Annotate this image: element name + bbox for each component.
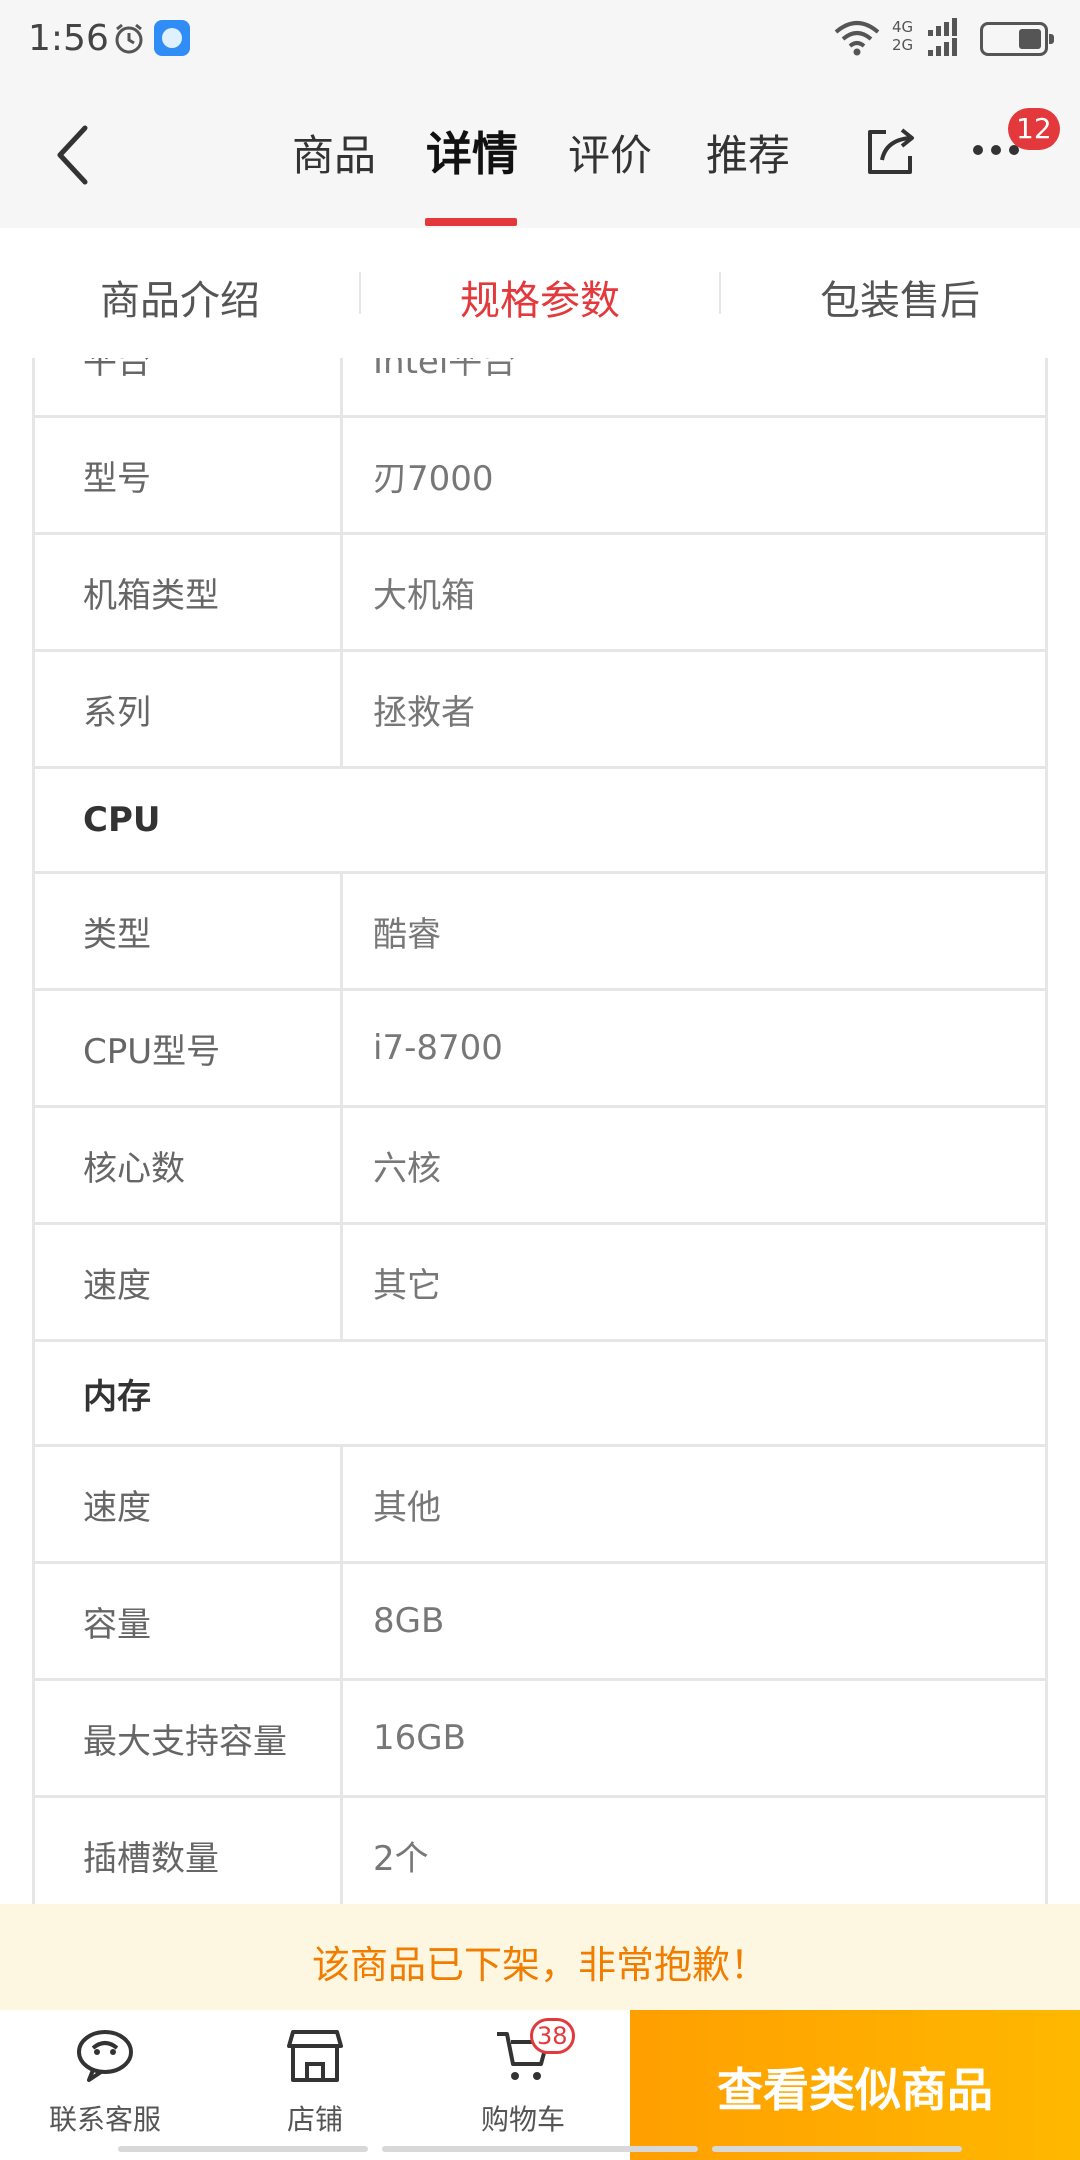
wifi-icon: [834, 21, 880, 56]
spec-key: 容量: [32, 1561, 343, 1681]
app-notification-icon: [154, 20, 190, 56]
shop-label: 店铺: [286, 2103, 343, 2136]
signal-icon: [928, 18, 957, 56]
delisted-notice-text: 该商品已下架，非常抱歉！: [311, 1943, 768, 1987]
table-row: 速度 其他: [32, 1444, 1048, 1564]
spec-table-container[interactable]: 平台 Intel平台 型号 刃7000 机箱类型 大机箱 系列 拯救者 CPU 类型 酷睿…: [32, 358, 1048, 1904]
table-row: 机箱类型 大机箱: [32, 532, 1048, 652]
chat-bubble-icon: [77, 2030, 133, 2082]
spec-value: i7-8700: [340, 988, 1048, 1108]
spec-value: 8GB: [340, 1561, 1048, 1681]
section-row: CPU: [32, 766, 1048, 874]
spec-table: 平台 Intel平台 型号 刃7000 机箱类型 大机箱 系列 拯救者 CPU 类型 酷睿…: [32, 358, 1048, 1904]
share-icon[interactable]: [862, 122, 920, 180]
spec-key: 速度: [32, 1444, 343, 1564]
view-similar-label: 查看类似商品: [717, 2063, 993, 2117]
customer-service-label: 联系客服: [48, 2103, 161, 2136]
more-notification-badge: 12: [1008, 108, 1060, 150]
gesture-bar: [118, 2146, 368, 2152]
table-row: 速度 其它: [32, 1222, 1048, 1342]
spec-key: 核心数: [32, 1105, 343, 1225]
status-bar: 1:56 4G 2G: [0, 0, 1080, 80]
section-header-cpu: CPU: [32, 766, 1048, 874]
spec-value: 大机箱: [340, 532, 1048, 652]
tab-product[interactable]: 商品: [292, 122, 376, 183]
spec-value: 其它: [340, 1222, 1048, 1342]
spec-key: 型号: [32, 415, 343, 535]
spec-key: 平台: [32, 358, 343, 418]
bottom-action-bar: 联系客服 店铺 38 购物车 查看类似商品: [0, 2010, 1080, 2160]
spec-key: 最大支持容量: [32, 1678, 343, 1798]
customer-service-button[interactable]: 联系客服: [30, 2028, 180, 2158]
spec-key: 类型: [32, 871, 343, 991]
subtab-packaging-aftersales[interactable]: 包装售后: [720, 268, 1080, 326]
spec-value: 拯救者: [340, 649, 1048, 769]
spec-value: 16GB: [340, 1678, 1048, 1798]
section-header-memory: 内存: [32, 1339, 1048, 1447]
table-row: 容量 8GB: [32, 1561, 1048, 1681]
spec-value: Intel平台: [340, 358, 1048, 418]
battery-icon: [980, 22, 1054, 56]
view-similar-button[interactable]: 查看类似商品: [630, 2010, 1080, 2160]
spec-value: 其他: [340, 1444, 1048, 1564]
table-row: CPU型号 i7-8700: [32, 988, 1048, 1108]
cart-count-badge: 38: [530, 2018, 575, 2054]
section-row: 内存: [32, 1339, 1048, 1447]
tab-recommend[interactable]: 推荐: [706, 122, 790, 183]
spec-value: 2个: [340, 1795, 1048, 1904]
tab-details[interactable]: 详情: [426, 118, 518, 184]
spec-key: 机箱类型: [32, 532, 343, 652]
gesture-bar: [712, 2146, 962, 2152]
spec-value: 酷睿: [340, 871, 1048, 991]
subtab-introduction[interactable]: 商品介绍: [0, 268, 360, 326]
network-4g-label: 4G: [892, 18, 914, 36]
spec-value: 六核: [340, 1105, 1048, 1225]
cart-button[interactable]: 38 购物车: [448, 2018, 598, 2158]
table-row: 类型 酷睿: [32, 871, 1048, 991]
table-row: 平台 Intel平台: [32, 358, 1048, 418]
alarm-icon: [115, 23, 143, 54]
network-2g-label: 2G: [892, 36, 914, 54]
product-header: 商品 详情 评价 推荐: [0, 80, 1080, 228]
table-row: 型号 刃7000: [32, 415, 1048, 535]
table-row: 插槽数量 2个: [32, 1795, 1048, 1904]
spec-key: 插槽数量: [32, 1795, 343, 1904]
subtab-specifications[interactable]: 规格参数: [360, 268, 720, 326]
table-row: 系列 拯救者: [32, 649, 1048, 769]
spec-key: CPU型号: [32, 988, 343, 1108]
network-type: 4G 2G: [892, 18, 913, 54]
table-row: 最大支持容量 16GB: [32, 1678, 1048, 1798]
store-icon: [287, 2030, 343, 2082]
status-time: 1:56: [28, 18, 109, 59]
gesture-bar: [382, 2146, 698, 2152]
shop-button[interactable]: 店铺: [240, 2028, 390, 2158]
delisted-notice: 该商品已下架，非常抱歉！: [0, 1904, 1080, 2010]
spec-key: 速度: [32, 1222, 343, 1342]
spec-key: 系列: [32, 649, 343, 769]
table-row: 核心数 六核: [32, 1105, 1048, 1225]
cart-label: 购物车: [480, 2103, 565, 2136]
spec-value: 刃7000: [340, 415, 1048, 535]
tab-reviews[interactable]: 评价: [568, 122, 652, 183]
active-tab-indicator: [425, 218, 517, 226]
detail-subtabs: 商品介绍 规格参数 包装售后: [0, 228, 1080, 358]
back-arrow-icon[interactable]: [40, 110, 110, 200]
